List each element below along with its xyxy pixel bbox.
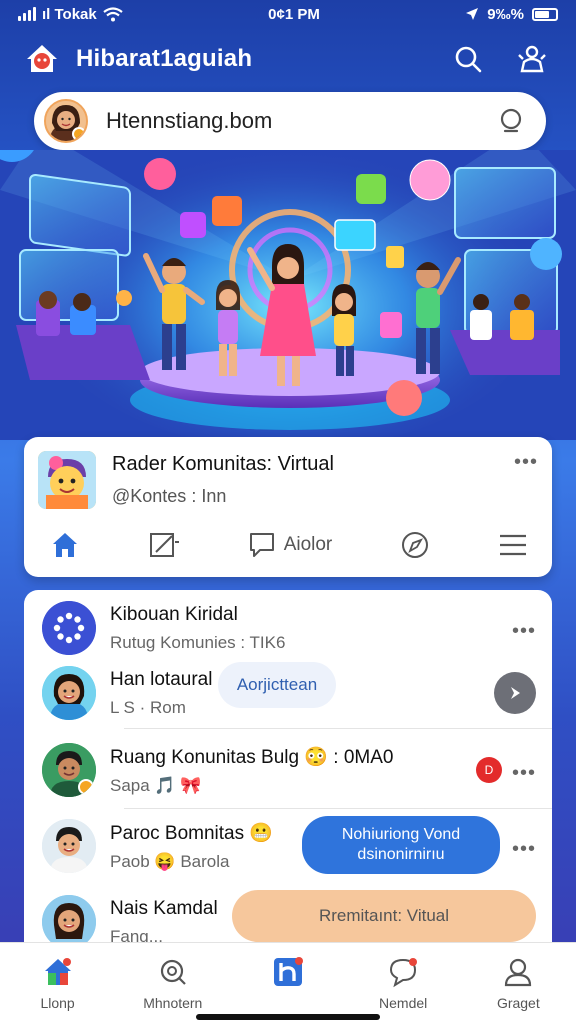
tab-home[interactable] bbox=[50, 530, 80, 560]
cta-button-blue[interactable]: Nohiuriong Vond dsinonirnirıu bbox=[302, 816, 500, 874]
search-icon bbox=[500, 108, 522, 133]
list-item-title: Kibouan Kiridal bbox=[110, 603, 238, 625]
people-icon bbox=[518, 45, 546, 73]
menu-icon bbox=[499, 534, 526, 556]
carrier-label: ıl Tokak bbox=[42, 5, 97, 23]
community-more-button[interactable]: ••• bbox=[514, 451, 538, 472]
community-tab-bar: Aiolor bbox=[24, 519, 552, 571]
search-bar[interactable]: Htennstiang.bom bbox=[34, 92, 546, 150]
user-avatar[interactable] bbox=[44, 99, 88, 143]
community-info: Rader Komunitas: Virtual @Kontes : Inn bbox=[112, 451, 514, 507]
forward-button[interactable] bbox=[494, 672, 536, 714]
app-header: Hibarat1aguiah bbox=[0, 32, 576, 86]
compass-icon bbox=[402, 532, 429, 558]
divider bbox=[124, 728, 552, 729]
list-item-subtitle: Rutug Komunies : TIK6 bbox=[110, 632, 286, 652]
edit-icon bbox=[149, 533, 179, 557]
list-item-title: Ruang Konunitas Bulg 😳 : 0MA0 bbox=[110, 746, 394, 768]
status-bar: ıl Tokak 0¢1 PM 9‰% bbox=[0, 0, 576, 28]
avatar bbox=[42, 666, 96, 720]
location-icon bbox=[466, 8, 479, 20]
community-icon bbox=[42, 601, 96, 655]
cta-button-peach[interactable]: Rremitaınt: Vitual bbox=[232, 890, 536, 942]
app-logo-icon[interactable] bbox=[22, 39, 62, 79]
nav-notifications-label: Nemdel bbox=[379, 995, 428, 1011]
notification-badge: D bbox=[475, 757, 502, 783]
brand-icon bbox=[271, 955, 305, 989]
status-left: ıl Tokak bbox=[18, 6, 123, 23]
list-item-text: Ruang Konunitas Bulg 😳 : 0MA0 Sapa 🎵 🎀 bbox=[110, 745, 476, 796]
profile-icon bbox=[501, 955, 535, 989]
avatar bbox=[42, 743, 96, 797]
community-list: Kibouan Kiridal Rutug Komunies : TIK6 ••… bbox=[24, 590, 552, 942]
status-right: 9‰% bbox=[465, 6, 558, 23]
avatar bbox=[42, 895, 96, 942]
search-submit-button[interactable] bbox=[492, 101, 532, 141]
search-icon bbox=[455, 46, 482, 73]
signal-icon bbox=[18, 7, 36, 21]
nav-home[interactable]: Llonp bbox=[8, 955, 108, 1024]
nav-home-label: Llonp bbox=[40, 995, 75, 1011]
chat-icon bbox=[249, 533, 274, 557]
wifi-icon bbox=[103, 6, 123, 21]
notification-icon bbox=[386, 955, 420, 989]
hero-illustration bbox=[0, 150, 576, 440]
tab-chat-label: Aiolor bbox=[283, 534, 333, 555]
tab-explore[interactable] bbox=[400, 530, 430, 560]
battery-percent: 9‰% bbox=[487, 5, 524, 23]
avatar bbox=[42, 819, 96, 873]
bottom-nav: Llonp Mhnotern Nemdel Graget bbox=[0, 942, 576, 1024]
list-item-more-button[interactable]: ••• bbox=[512, 762, 536, 783]
community-card[interactable]: Rader Komunitas: Virtual @Kontes : Inn •… bbox=[24, 437, 552, 577]
battery-icon bbox=[531, 7, 558, 21]
search-icon bbox=[156, 955, 190, 989]
list-item-subtitle: Sapa 🎵 🎀 bbox=[110, 775, 202, 795]
home-indicator bbox=[196, 1014, 380, 1020]
list-item-text: Kibouan Kiridal Rutug Komunies : TIK6 bbox=[110, 604, 512, 653]
list-item[interactable]: Ruang Konunitas Bulg 😳 : 0MA0 Sapa 🎵 🎀 D… bbox=[24, 736, 552, 804]
app-title: Hibarat1aguiah bbox=[76, 45, 253, 72]
clock: 0¢1 PM bbox=[268, 5, 320, 23]
search-input[interactable]: Htennstiang.bom bbox=[106, 108, 492, 134]
join-button[interactable]: Aorjicttean bbox=[218, 662, 336, 708]
list-item[interactable]: Kibouan Kiridal Rutug Komunies : TIK6 ••… bbox=[24, 596, 552, 660]
list-item-more-button[interactable]: ••• bbox=[512, 838, 536, 859]
tab-edit[interactable] bbox=[148, 530, 180, 560]
header-friends-button[interactable] bbox=[510, 37, 554, 81]
home-icon bbox=[41, 955, 75, 989]
community-card-header: Rader Komunitas: Virtual @Kontes : Inn •… bbox=[24, 437, 552, 519]
nav-profile-label: Graget bbox=[496, 995, 540, 1011]
community-title: Rader Komunitas: Virtual bbox=[112, 453, 334, 475]
chevron-right-icon bbox=[511, 687, 520, 699]
community-avatar[interactable] bbox=[38, 451, 96, 509]
home-icon bbox=[53, 533, 77, 557]
divider bbox=[124, 808, 552, 809]
list-item-more-button[interactable]: ••• bbox=[512, 620, 536, 641]
nav-search-label: Mhnotern bbox=[143, 995, 203, 1011]
nav-profile[interactable]: Graget bbox=[468, 955, 568, 1024]
tab-chat[interactable]: Aiolor bbox=[248, 531, 333, 559]
tab-menu[interactable] bbox=[498, 532, 528, 558]
header-search-button[interactable] bbox=[446, 37, 490, 81]
community-handle: @Kontes : Inn bbox=[112, 486, 227, 506]
